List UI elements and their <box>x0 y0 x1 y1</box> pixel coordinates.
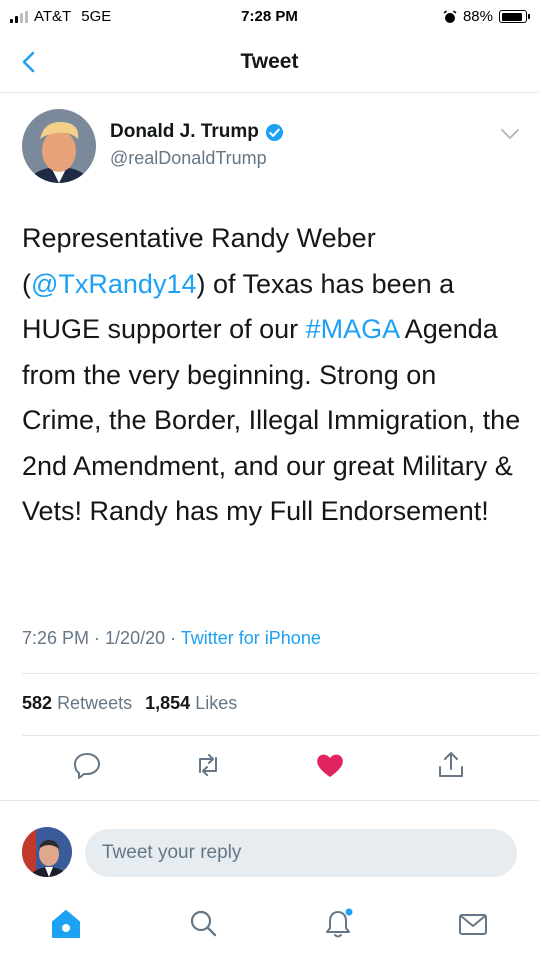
retweets-stat[interactable]: 582 Retweets <box>22 693 132 713</box>
reply-placeholder: Tweet your reply <box>102 842 242 863</box>
battery-percent: 88% <box>462 8 493 25</box>
reply-icon[interactable] <box>70 748 104 782</box>
tweet-source-link[interactable]: Twitter for iPhone <box>181 628 321 648</box>
home-icon[interactable] <box>48 906 84 942</box>
action-bar <box>0 748 539 788</box>
my-avatar[interactable] <box>22 827 72 877</box>
tweet-time: 7:26 PM <box>22 628 90 648</box>
likes-stat[interactable]: 1,854 Likes <box>145 693 237 713</box>
battery-icon <box>499 10 530 23</box>
divider <box>22 673 539 674</box>
share-icon[interactable] <box>434 748 468 782</box>
page-title: Tweet <box>240 50 299 73</box>
tweet-stats: 582 Retweets 1,854 Likes <box>22 693 237 714</box>
author-name[interactable]: Donald J. Trump <box>110 121 259 143</box>
hashtag-link[interactable]: #MAGA <box>306 314 399 344</box>
tab-bar <box>0 898 539 960</box>
divider <box>0 800 539 801</box>
messages-icon[interactable] <box>455 906 491 942</box>
tweet-date: 1/20/20 <box>105 628 166 648</box>
author-handle[interactable]: @realDonaldTrump <box>110 148 267 169</box>
tweet-text: Representative Randy Weber (@TxRandy14) … <box>22 216 522 535</box>
likes-count: 1,854 <box>145 693 191 713</box>
tweet-text-part: Agenda from the very beginning. Strong o… <box>22 314 521 526</box>
alarm-icon <box>443 9 457 23</box>
likes-label: Likes <box>195 693 238 713</box>
divider <box>22 735 539 736</box>
verified-badge-icon <box>265 123 283 141</box>
status-bar: AT&T 5GE 7:28 PM 88% <box>0 0 539 34</box>
retweets-count: 582 <box>22 693 53 713</box>
tweet-meta: 7:26 PM · 1/20/20 · Twitter for iPhone <box>22 628 321 649</box>
nav-header: Tweet <box>0 34 539 93</box>
retweets-label: Retweets <box>57 693 133 713</box>
search-icon[interactable] <box>185 906 221 942</box>
like-heart-icon[interactable] <box>313 748 347 782</box>
status-right: 88% <box>443 8 530 25</box>
author-avatar[interactable] <box>22 109 96 183</box>
mention-link[interactable]: @TxRandy14 <box>31 269 196 299</box>
meta-separator: · <box>165 628 181 648</box>
notifications-icon[interactable] <box>320 906 356 942</box>
meta-separator: · <box>89 628 106 648</box>
author-name-row[interactable]: Donald J. Trump <box>110 121 284 143</box>
retweet-icon[interactable] <box>191 748 225 782</box>
reply-input[interactable]: Tweet your reply <box>85 829 517 877</box>
caret-down-icon[interactable] <box>498 124 522 144</box>
